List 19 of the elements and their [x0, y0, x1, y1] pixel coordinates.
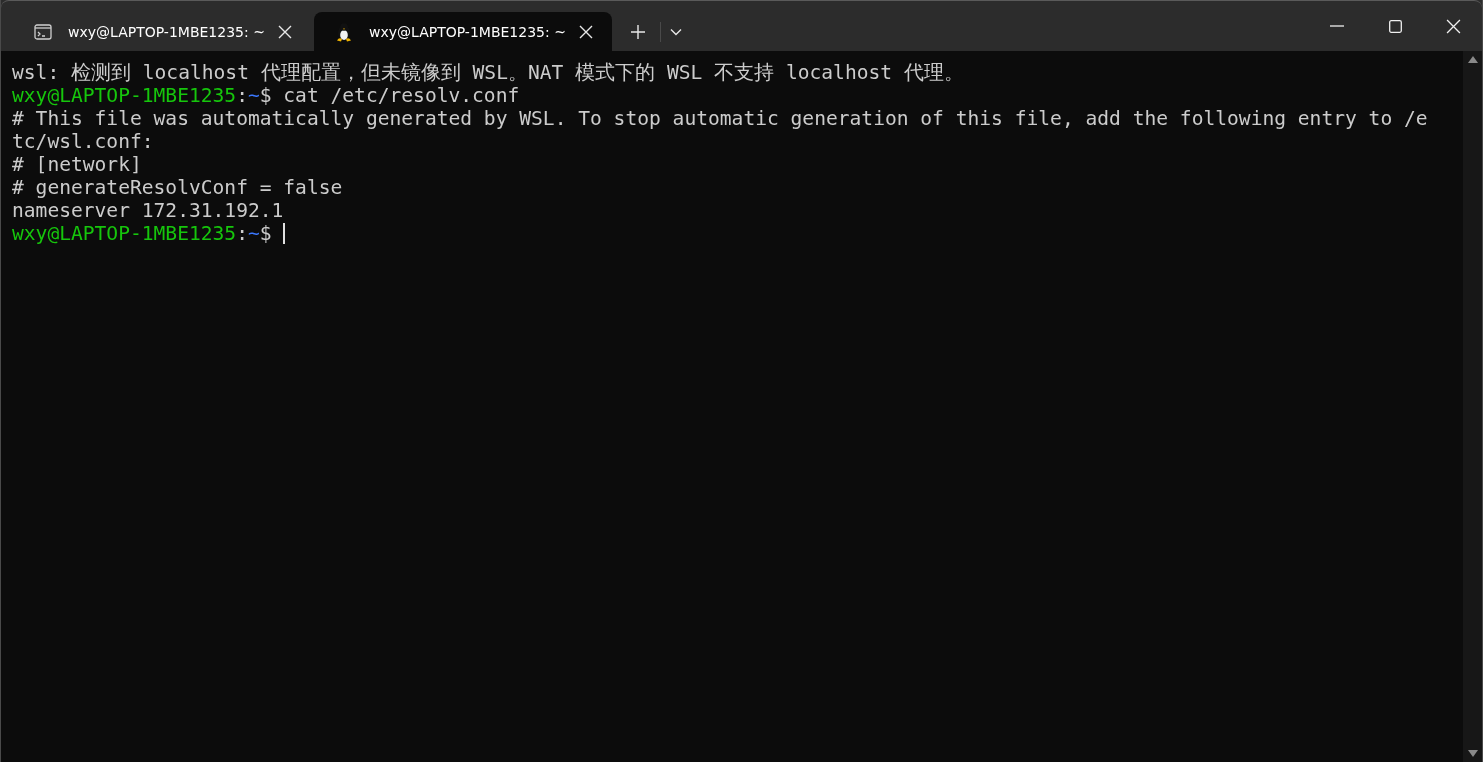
chevron-down-icon — [670, 27, 682, 36]
scrollbar[interactable] — [1463, 51, 1482, 762]
scroll-up-icon[interactable] — [1467, 56, 1478, 63]
output-line: # [network] — [12, 153, 142, 176]
close-icon — [1445, 18, 1461, 34]
output-line: wsl: 检测到 localhost 代理配置，但未镜像到 WSL。NAT 模式下的 WSL 不支持 localhost 代理。 — [12, 61, 964, 84]
output-line: # generateResolvConf = false — [12, 176, 343, 199]
terminal-tab[interactable]: wxy@LAPTOP-1MBE1235: ~ — [314, 12, 612, 51]
prompt-line: wxy@LAPTOP-1MBE1235:~$ cat /etc/resolv.conf — [12, 84, 520, 107]
prompt-line: wxy@LAPTOP-1MBE1235:~$ — [12, 222, 286, 245]
minimize-icon — [1330, 25, 1344, 27]
output-line: # This file was automatically generated by WSL. To stop automatic generation of this file, add the following entry to /e — [12, 107, 1428, 130]
scroll-down-icon[interactable] — [1467, 750, 1478, 757]
plus-icon — [631, 24, 645, 39]
console-icon — [34, 23, 52, 40]
maximize-icon — [1388, 19, 1402, 33]
output-line: tc/wsl.conf: — [12, 130, 154, 153]
output-line: nameserver 172.31.192.1 — [12, 199, 284, 222]
terminal-tab[interactable]: wxy@LAPTOP-1MBE1235: ~ — [13, 12, 311, 51]
